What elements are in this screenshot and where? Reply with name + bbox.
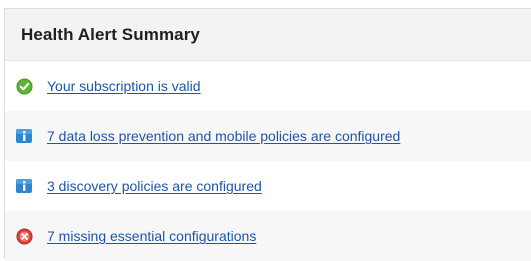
- panel-header: Health Alert Summary: [5, 9, 531, 61]
- alert-row-discovery-policies: 3 discovery policies are configured: [5, 161, 531, 211]
- info-icon: [15, 127, 33, 145]
- panel-title: Health Alert Summary: [21, 24, 200, 44]
- error-circle-icon: [15, 227, 33, 245]
- alert-row-dlp-policies: 7 data loss prevention and mobile polici…: [5, 111, 531, 161]
- check-circle-icon: [15, 77, 33, 95]
- alert-row-subscription: Your subscription is valid: [5, 61, 531, 111]
- alert-link[interactable]: Your subscription is valid: [47, 78, 201, 94]
- health-alert-summary-panel: Health Alert Summary Your subscription i…: [4, 8, 531, 261]
- alert-link[interactable]: 3 discovery policies are configured: [47, 178, 262, 194]
- alert-link[interactable]: 7 missing essential configurations: [47, 228, 256, 244]
- alert-link[interactable]: 7 data loss prevention and mobile polici…: [47, 128, 400, 144]
- info-icon: [15, 177, 33, 195]
- alert-row-missing-configurations: 7 missing essential configurations: [5, 211, 531, 261]
